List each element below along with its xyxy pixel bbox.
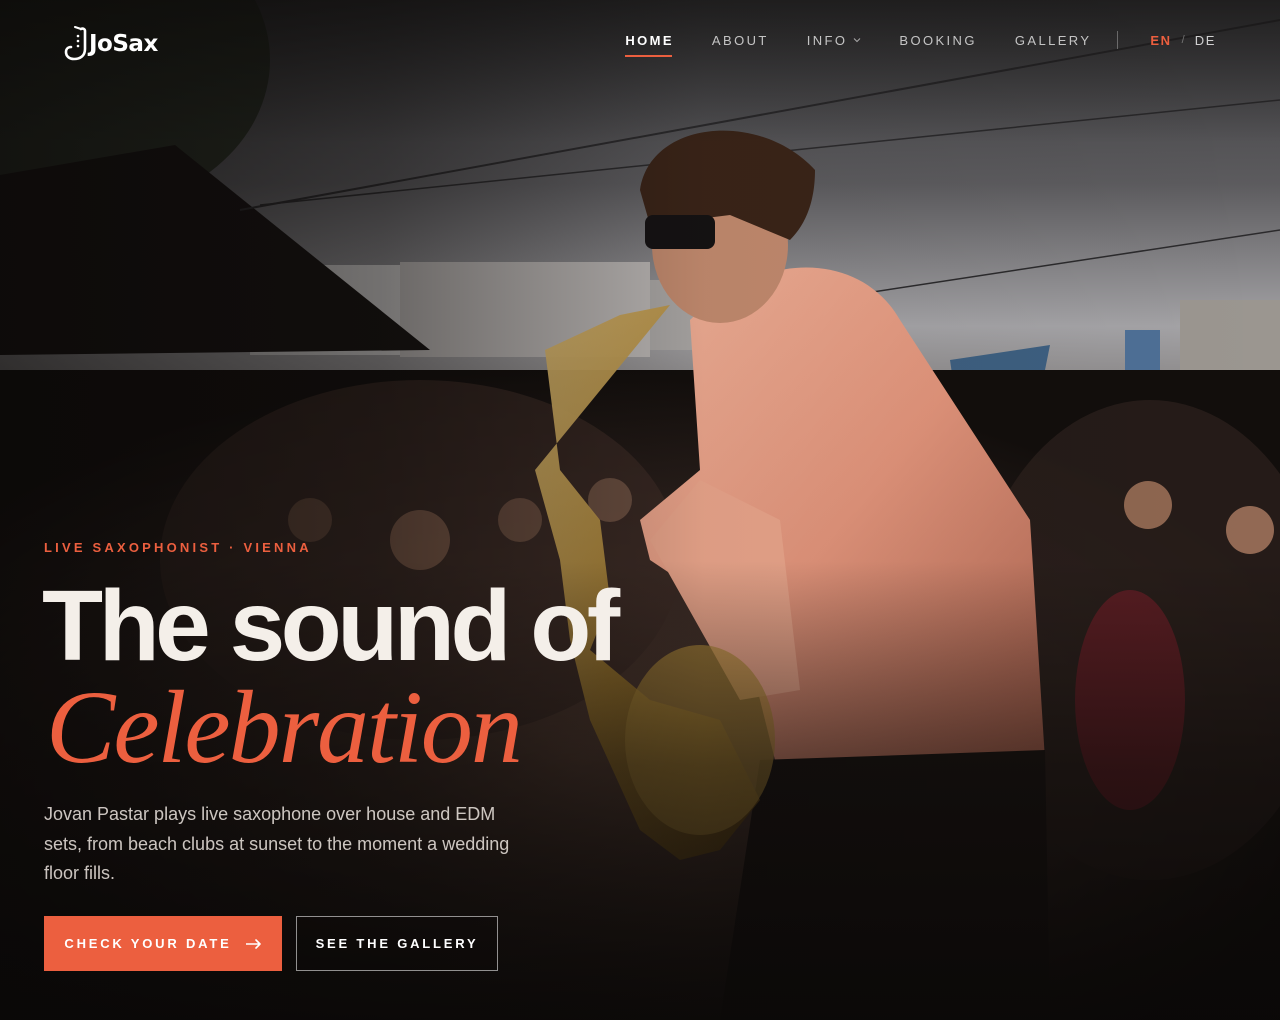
hero-eyebrow: LIVE SAXOPHONIST · VIENNA (44, 540, 312, 555)
nav-item-label: GALLERY (1014, 32, 1092, 48)
nav-item-label: ABOUT (711, 32, 769, 48)
headline-accent: Celebration (46, 670, 523, 785)
hero-section: JoSax HOME ABOUT INFO BOOKING GALLERY EN… (0, 0, 1280, 1020)
hero-cta-row: CHECK YOUR DATE SEE THE GALLERY (44, 916, 498, 971)
nav-item-about[interactable]: ABOUT (712, 30, 769, 50)
main-nav: HOME ABOUT INFO BOOKING GALLERY EN / DE (625, 30, 1216, 57)
language-de[interactable]: DE (1195, 33, 1216, 48)
logo-text: JoSax (89, 31, 158, 57)
nav-item-home[interactable]: HOME (625, 30, 674, 57)
button-label: SEE THE GALLERY (315, 936, 479, 951)
nav-item-info[interactable]: INFO (807, 30, 862, 50)
nav-item-gallery[interactable]: GALLERY (1015, 30, 1092, 50)
button-label: CHECK YOUR DATE (64, 936, 232, 951)
check-your-date-button[interactable]: CHECK YOUR DATE (44, 916, 282, 971)
logo-link[interactable]: JoSax (64, 24, 158, 64)
language-en[interactable]: EN (1150, 33, 1171, 48)
nav-item-label: INFO (806, 32, 848, 48)
nav-item-label: HOME (625, 32, 674, 48)
chevron-down-icon (854, 38, 861, 43)
hero-headline: The sound of Celebration (42, 570, 762, 785)
headline-main: The sound of (42, 570, 620, 682)
hero-intro: Jovan Pastar plays live saxophone over h… (44, 804, 510, 883)
see-the-gallery-button[interactable]: SEE THE GALLERY (296, 916, 498, 971)
nav-item-booking[interactable]: BOOKING (899, 30, 976, 50)
arrow-right-icon (245, 938, 261, 949)
nav-divider (1117, 31, 1119, 49)
nav-item-label: BOOKING (899, 32, 977, 48)
site-header: JoSax HOME ABOUT INFO BOOKING GALLERY EN… (0, 0, 1280, 90)
language-separator: / (1181, 34, 1185, 46)
saxophone-logo-icon (64, 26, 87, 61)
